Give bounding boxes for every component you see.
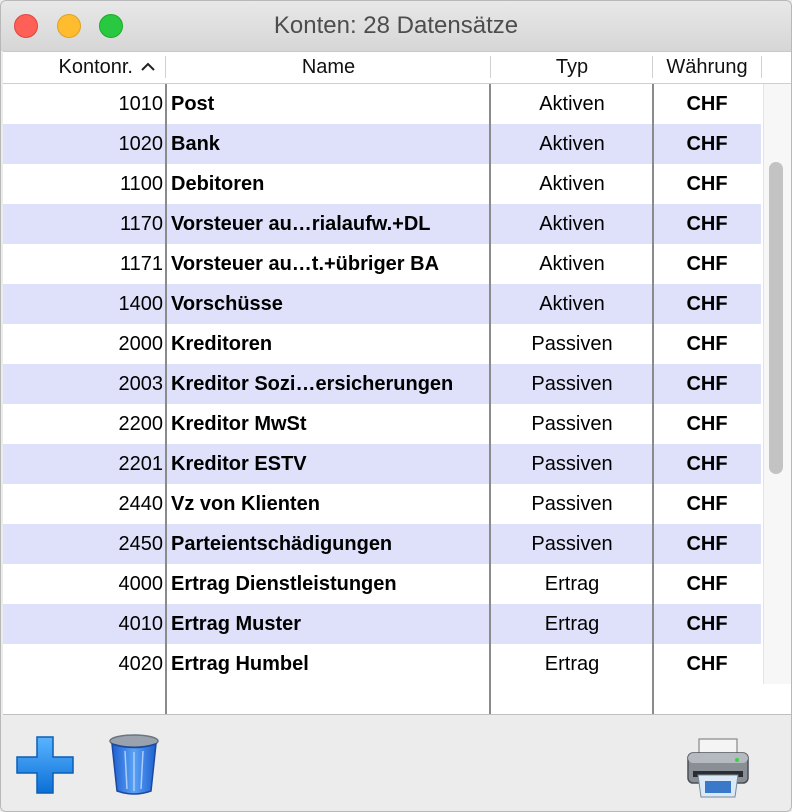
table-row[interactable]: 1170 Vorsteuer au…rialaufw.+DL Aktiven CHF xyxy=(3,204,761,244)
table-header: Kontonr. Name Typ Währung xyxy=(3,52,791,84)
account-type-cell: Ertrag xyxy=(544,573,600,595)
account-name-cell: Post xyxy=(171,93,215,115)
account-type-cell: Ertrag xyxy=(544,653,600,675)
currency-cell: CHF xyxy=(686,253,728,275)
scrollbar-thumb[interactable] xyxy=(769,162,783,474)
account-number-cell: 1020 xyxy=(118,133,164,155)
account-type-cell: Aktiven xyxy=(539,253,605,275)
account-name-cell: Ertrag Muster xyxy=(171,613,302,635)
table-row[interactable]: 1010 Post Aktiven CHF xyxy=(3,84,761,124)
currency-cell: CHF xyxy=(686,293,728,315)
account-number-cell: 4000 xyxy=(118,573,164,595)
column-header-kontonr[interactable]: Kontonr. xyxy=(3,52,133,83)
currency-cell: CHF xyxy=(686,213,728,235)
window-title: Konten: 28 Datensätze xyxy=(273,12,519,39)
currency-cell: CHF xyxy=(686,613,728,635)
table-row[interactable]: 1100 Debitoren Aktiven CHF xyxy=(3,164,761,204)
currency-cell: CHF xyxy=(686,533,728,555)
account-number-cell: 2450 xyxy=(118,533,164,555)
account-type-cell: Aktiven xyxy=(539,173,605,195)
account-name-cell: Vz von Klienten xyxy=(171,493,320,515)
account-name-cell: Kreditor ESTV xyxy=(171,453,307,475)
account-number-cell: 2000 xyxy=(118,333,164,355)
column-header-typ[interactable]: Typ xyxy=(491,52,653,83)
delete-button[interactable] xyxy=(107,733,161,797)
account-name-cell: Bank xyxy=(171,133,220,155)
account-number-cell: 1100 xyxy=(119,173,163,195)
currency-cell: CHF xyxy=(686,573,728,595)
table-row[interactable]: 4010 Ertrag Muster Ertrag CHF xyxy=(3,604,761,644)
table-row[interactable]: 2201 Kreditor ESTV Passiven CHF xyxy=(3,444,761,484)
account-number-cell: 1400 xyxy=(118,293,164,315)
account-name-cell: Parteientschädigungen xyxy=(171,533,393,555)
column-header-waehrung[interactable]: Währung xyxy=(653,52,761,83)
currency-cell: CHF xyxy=(686,333,728,355)
table-row[interactable]: 2003 Kreditor Sozi…ersicherungen Passiven C… xyxy=(3,364,761,404)
currency-cell: CHF xyxy=(686,373,728,395)
window: Konten: 28 Datensätze Kontonr. Name Typ … xyxy=(0,0,792,812)
table-row[interactable]: 1171 Vorsteuer au…t.+übriger BA Aktiven CHF xyxy=(3,244,761,284)
column-header-name[interactable]: Name xyxy=(166,52,491,83)
column-line xyxy=(652,84,654,714)
accounts-table[interactable]: Kontonr. Name Typ Währung 1010 Post Aktive… xyxy=(3,51,791,715)
account-name-cell: Vorsteuer au…rialaufw.+DL xyxy=(171,213,431,235)
currency-cell: CHF xyxy=(686,173,728,195)
account-name-cell: Ertrag Dienstleistungen xyxy=(171,573,397,595)
account-type-cell: Aktiven xyxy=(539,133,605,155)
account-type-cell: Aktiven xyxy=(539,93,605,115)
table-row[interactable]: 2440 Vz von Klienten Passiven CHF xyxy=(3,484,761,524)
table-row[interactable]: 2450 Parteientschädigungen Passiven CHF xyxy=(3,524,761,564)
column-line xyxy=(489,84,491,714)
account-name-cell: Kreditor MwSt xyxy=(171,413,307,435)
account-number-cell: 2200 xyxy=(118,413,164,435)
plus-icon xyxy=(16,736,74,794)
account-name-cell: Vorsteuer au…t.+übriger BA xyxy=(171,253,440,275)
sort-ascending-icon[interactable] xyxy=(139,59,157,75)
account-name-cell: Ertrag Humbel xyxy=(171,653,309,675)
currency-cell: CHF xyxy=(686,413,728,435)
account-number-cell: 1010 xyxy=(118,93,164,115)
currency-cell: CHF xyxy=(686,453,728,475)
account-name-cell: Kreditoren xyxy=(171,333,273,355)
currency-cell: CHF xyxy=(686,133,728,155)
account-type-cell: Passiven xyxy=(531,493,613,515)
account-number-cell: 2440 xyxy=(118,493,164,515)
column-line xyxy=(165,84,167,714)
account-type-cell: Aktiven xyxy=(539,293,605,315)
print-button[interactable] xyxy=(685,735,751,801)
column-divider xyxy=(761,56,762,78)
account-number-cell: 2003 xyxy=(118,373,164,395)
account-number-cell: 2201 xyxy=(118,453,164,475)
printer-icon xyxy=(687,738,749,798)
account-number-cell: 1171 xyxy=(119,253,163,275)
currency-cell: CHF xyxy=(686,653,728,675)
account-type-cell: Aktiven xyxy=(539,213,605,235)
account-type-cell: Passiven xyxy=(531,453,613,475)
table-row[interactable]: 1020 Bank Aktiven CHF xyxy=(3,124,761,164)
table-row[interactable]: 4000 Ertrag Dienstleistungen Ertrag CHF xyxy=(3,564,761,604)
account-name-cell: Debitoren xyxy=(171,173,265,195)
account-type-cell: Passiven xyxy=(531,333,613,355)
table-row[interactable]: 1400 Vorschüsse Aktiven CHF xyxy=(3,284,761,324)
account-type-cell: Passiven xyxy=(531,413,613,435)
title-bar[interactable]: Konten: 28 Datensätze xyxy=(1,1,791,51)
account-type-cell: Passiven xyxy=(531,533,613,555)
account-type-cell: Passiven xyxy=(531,373,613,395)
bottom-toolbar xyxy=(1,715,791,811)
account-number-cell: 4010 xyxy=(118,613,164,635)
account-number-cell: 1170 xyxy=(119,213,163,235)
account-name-cell: Vorschüsse xyxy=(171,293,283,315)
trash-icon xyxy=(109,734,159,795)
account-type-cell: Ertrag xyxy=(544,613,600,635)
table-row[interactable]: 2000 Kreditoren Passiven CHF xyxy=(3,324,761,364)
currency-cell: CHF xyxy=(686,93,728,115)
table-row[interactable]: 4020 Ertrag Humbel Ertrag CHF xyxy=(3,644,761,684)
table-row[interactable]: 2200 Kreditor MwSt Passiven CHF xyxy=(3,404,761,444)
currency-cell: CHF xyxy=(686,493,728,515)
add-button[interactable] xyxy=(13,733,77,797)
account-name-cell: Kreditor Sozi…ersicherungen xyxy=(171,373,454,395)
account-number-cell: 4020 xyxy=(118,653,164,675)
